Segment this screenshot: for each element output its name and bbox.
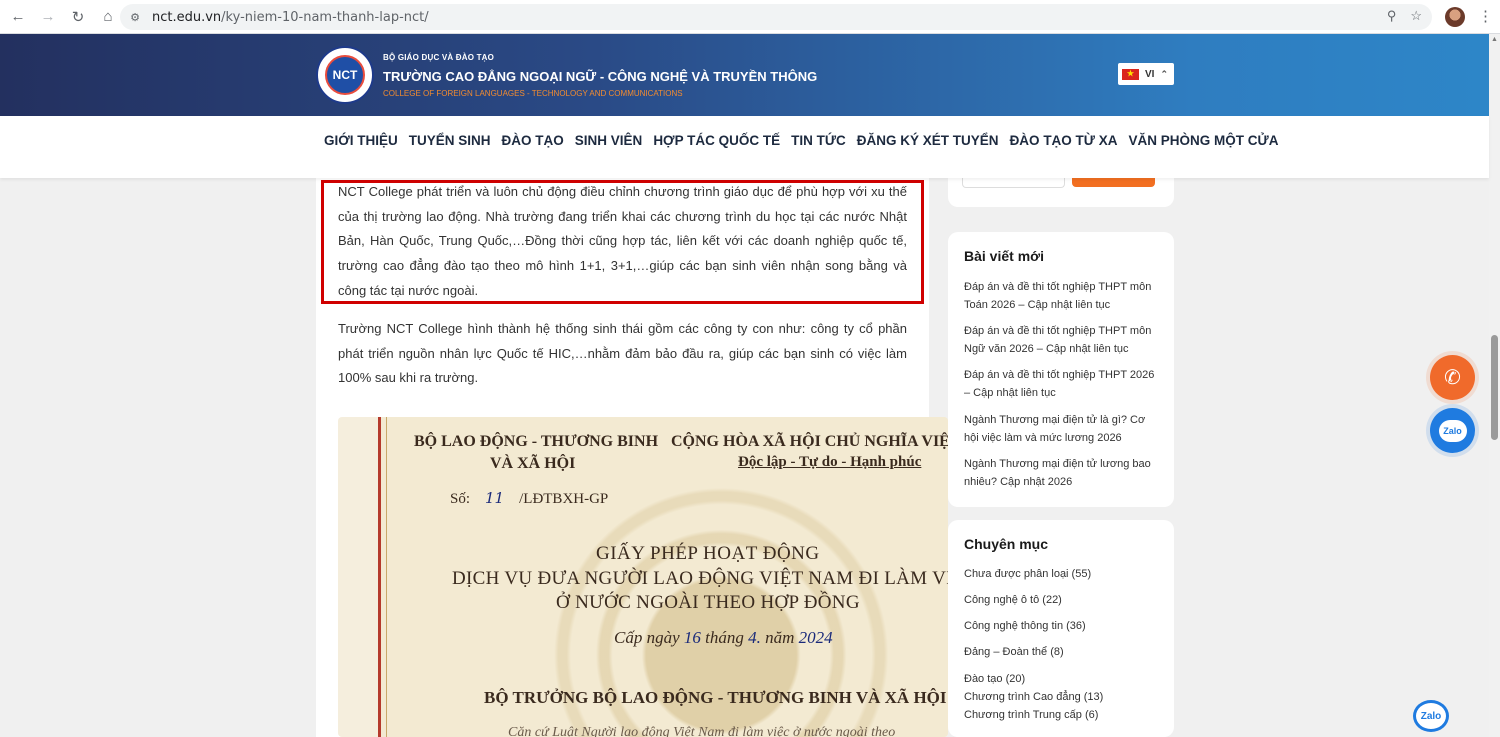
reload-icon[interactable]: ↻ <box>64 3 92 31</box>
zalo-widget-button[interactable]: Zalo <box>1413 700 1449 732</box>
nav-item-sinh-vien[interactable]: SINH VIÊN <box>575 133 643 148</box>
nav-item-tuyen-sinh[interactable]: TUYỂN SINH <box>409 133 491 148</box>
zalo-icon: Zalo <box>1438 419 1467 442</box>
article-paragraph: NCT College phát triển và luôn chủ động … <box>338 184 907 298</box>
certificate-border <box>386 417 387 737</box>
nav-item-dang-ky-xet-tuyen[interactable]: ĐĂNG KÝ XÉT TUYỂN <box>857 133 999 148</box>
language-switcher[interactable]: ★ VI ⌃ <box>1118 63 1174 85</box>
certificate-ministry: BỘ LAO ĐỘNG - THƯƠNG BINH <box>414 433 659 450</box>
ministry-label: BỘ GIÁO DỤC VÀ ĐÀO TẠO <box>383 53 495 62</box>
category-link[interactable]: Chưa được phân loại (55) <box>964 568 1091 580</box>
category-link[interactable]: Đảng – Đoàn thể (8) <box>964 646 1064 658</box>
certificate-date: Cấp ngày 16 tháng 4. năm 2024 <box>614 628 833 647</box>
scrollbar-thumb[interactable] <box>1491 335 1498 440</box>
call-button[interactable]: ✆ <box>1430 355 1475 400</box>
recent-post-link[interactable]: Đáp án và đề thi tốt nghiệp THPT môn Toá… <box>964 278 1160 314</box>
certificate-republic: CỘNG HÒA XÃ HỘI CHỦ NGHĨA VIỆT <box>671 433 948 450</box>
phone-icon: ✆ <box>1444 367 1461 389</box>
forward-icon[interactable]: → <box>34 3 62 31</box>
certificate-minister: BỘ TRƯỞNG BỘ LAO ĐỘNG - THƯƠNG BINH VÀ X… <box>484 688 947 707</box>
back-icon[interactable]: ← <box>4 3 32 31</box>
recent-post-link[interactable]: Đáp án và đề thi tốt nghiệp THPT 2026 – … <box>964 366 1160 402</box>
certificate-ministry: VÀ XÃ HỘI <box>490 455 576 472</box>
recent-posts-title: Bài viết mới <box>964 248 1044 264</box>
category-link[interactable]: Chương trình Trung cấp (6) <box>964 709 1098 721</box>
certificate-title: GIẤY PHÉP HOẠT ĐỘNG <box>596 543 820 564</box>
zalo-chat-button[interactable]: Zalo <box>1430 408 1475 453</box>
nav-item-van-phong-mot-cua[interactable]: VĂN PHÒNG MỘT CỬA <box>1129 133 1279 148</box>
nav-item-hop-tac-quoc-te[interactable]: HỢP TÁC QUỐC TẾ <box>653 133 780 148</box>
recent-post-link[interactable]: Đáp án và đề thi tốt nghiệp THPT môn Ngữ… <box>964 322 1160 358</box>
certificate-title: DỊCH VỤ ĐƯA NGƯỜI LAO ĐỘNG VIỆT NAM ĐI L… <box>452 568 948 589</box>
nav-item-gioi-thieu[interactable]: GIỚI THIỆU <box>324 133 398 148</box>
certificate-title: Ở NƯỚC NGOÀI THEO HỢP ĐỒNG <box>556 592 860 613</box>
logo-text: NCT <box>325 55 365 95</box>
certificate-motto: Độc lập - Tự do - Hạnh phúc <box>738 454 922 470</box>
college-name-en: COLLEGE OF FOREIGN LANGUAGES - TECHNOLOG… <box>383 89 683 98</box>
home-icon[interactable]: ⌂ <box>94 3 122 31</box>
vietnam-flag-icon: ★ <box>1122 68 1139 80</box>
license-certificate-image[interactable]: BỘ LAO ĐỘNG - THƯƠNG BINH VÀ XÃ HỘI CỘNG… <box>338 417 948 737</box>
recent-post-link[interactable]: Ngành Thương mại điện tử là gì? Cơ hội v… <box>964 411 1160 447</box>
category-link[interactable]: Công nghệ thông tin (36) <box>964 620 1086 632</box>
nav-item-tin-tuc[interactable]: TIN TỨC <box>791 133 846 148</box>
college-name[interactable]: TRƯỜNG CAO ĐẲNG NGOẠI NGỮ - CÔNG NGHỆ VÀ… <box>383 69 817 84</box>
bookmark-star-icon[interactable]: ☆ <box>1410 8 1422 24</box>
language-code: VI <box>1145 68 1155 80</box>
college-logo[interactable]: NCT <box>316 46 374 104</box>
category-link[interactable]: Công nghệ ô tô (22) <box>964 594 1062 606</box>
main-navigation: GIỚI THIỆU TUYỂN SINH ĐÀO TẠO SINH VIÊN … <box>0 116 1489 178</box>
chevron-up-icon: ⌃ <box>1160 68 1168 79</box>
recent-post-link[interactable]: Ngành Thương mại điện tử lương bao nhiêu… <box>964 455 1160 491</box>
scroll-up-arrow-icon[interactable]: ▲ <box>1491 36 1498 43</box>
site-info-icon[interactable]: ⚙ <box>124 6 146 28</box>
sidebar-search-input[interactable] <box>962 178 1065 188</box>
browser-menu-icon[interactable]: ⋮ <box>1478 7 1493 27</box>
nav-item-dao-tao[interactable]: ĐÀO TẠO <box>502 133 564 148</box>
url-text[interactable]: nct.edu.vn/ky-niem-10-nam-thanh-lap-nct/ <box>152 10 429 25</box>
category-link[interactable]: Đào tạo (20) <box>964 673 1025 685</box>
zoom-icon[interactable]: ⚲ <box>1387 8 1397 24</box>
category-link[interactable]: Chương trình Cao đẳng (13) <box>964 691 1103 703</box>
categories-title: Chuyên mục <box>964 536 1049 552</box>
address-bar[interactable]: ⚙ nct.edu.vn/ky-niem-10-nam-thanh-lap-nc… <box>120 4 1432 30</box>
article-paragraph: Trường NCT College hình thành hệ thống s… <box>338 321 907 386</box>
nav-item-dao-tao-tu-xa[interactable]: ĐÀO TẠO TỪ XA <box>1010 133 1118 148</box>
certificate-number: Số: 11 /LĐTBXH-GP <box>450 489 609 507</box>
profile-avatar[interactable] <box>1445 7 1465 27</box>
sidebar-search-button[interactable] <box>1072 178 1155 187</box>
certificate-border <box>378 417 381 737</box>
browser-toolbar: ← → ↻ ⌂ ⚙ nct.edu.vn/ky-niem-10-nam-than… <box>0 0 1500 34</box>
certificate-body-text: Căn cứ Luật Người lao động Việt Nam đi l… <box>508 725 896 737</box>
